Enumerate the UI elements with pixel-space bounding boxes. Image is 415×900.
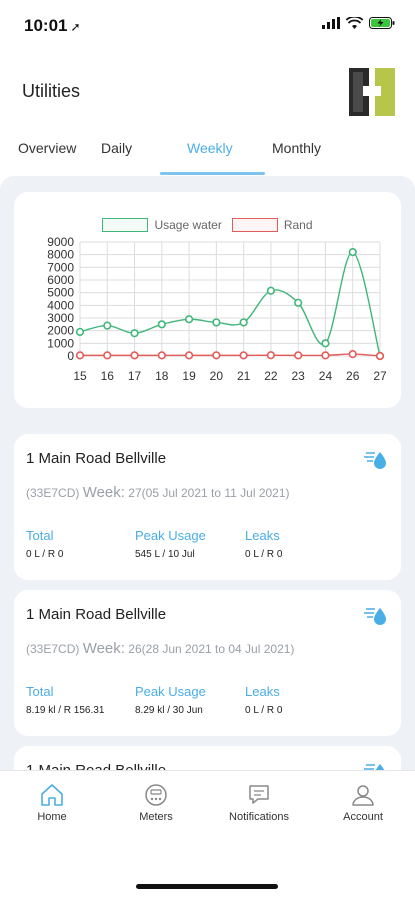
nav-label-notifications: Notifications <box>229 811 289 823</box>
page-title: Utilities <box>22 81 81 101</box>
data-point-rand <box>130 351 139 360</box>
total-label: Total <box>26 528 54 543</box>
leaks-label: Leaks <box>245 684 280 699</box>
property-card[interactable]: 1 Main Road Bellville (33E7CD) Week: 27(… <box>14 434 401 580</box>
data-point-rand <box>294 351 303 360</box>
tab-weekly[interactable]: Weekly <box>187 140 233 156</box>
nav-home[interactable]: Home <box>12 783 92 823</box>
peak-usage-label: Peak Usage <box>135 528 206 543</box>
x-tick-label: 16 <box>101 369 115 383</box>
data-point-water <box>157 320 166 329</box>
x-tick-label: 27 <box>373 369 387 383</box>
battery-charging-icon <box>369 17 395 29</box>
tab-monthly[interactable]: Monthly <box>272 140 321 156</box>
status-time: 10:01 ➚ <box>24 16 81 35</box>
meter-id: (33E7CD) <box>26 486 80 500</box>
status-icons <box>322 17 395 29</box>
x-tick-label: 18 <box>155 369 169 383</box>
bottom-nav: Home Meters Notifications Account <box>0 770 415 864</box>
peak-usage-value: 545 L / 10 Jul <box>135 549 195 560</box>
data-point-water <box>184 315 194 324</box>
header: Utilities <box>0 66 415 122</box>
week-info: (33E7CD) Week: 27(05 Jul 2021 to 11 Jul … <box>26 484 290 501</box>
home-indicator <box>136 884 278 889</box>
property-title: 1 Main Road Bellville <box>26 450 167 467</box>
wifi-icon <box>346 17 363 29</box>
property-title: 1 Main Road Bellville <box>26 606 167 623</box>
data-point-water <box>348 248 357 257</box>
data-point-water <box>266 286 276 295</box>
property-title: 1 Main Road Bellville <box>26 762 166 770</box>
x-tick-label: 22 <box>264 369 278 383</box>
leaks-value: 0 L / R 0 <box>245 549 283 560</box>
week-info: (33E7CD) Week: 26(28 Jun 2021 to 04 Jul … <box>26 640 294 657</box>
total-value: 8.19 kl / R 156.31 <box>26 705 105 716</box>
data-point-water <box>75 327 85 337</box>
usage-line-chart: 900080007000600050004000300020001000015 1… <box>47 235 387 383</box>
nav-account[interactable]: Account <box>323 783 403 823</box>
tab-overview[interactable]: Overview <box>18 140 76 156</box>
x-tick-label: 24 <box>319 369 333 383</box>
x-tick-label: 23 <box>292 369 306 383</box>
nav-notifications[interactable]: Notifications <box>219 783 299 823</box>
week-range: 26(28 Jun 2021 to 04 Jul 2021) <box>128 642 295 656</box>
tab-daily[interactable]: Daily <box>101 140 132 156</box>
total-value: 0 L / R 0 <box>26 549 64 560</box>
water-drop-icon[interactable] <box>363 606 387 626</box>
data-point-rand <box>212 351 221 360</box>
week-label: Week: <box>82 484 125 501</box>
usage-chart-card: Usage water Rand 9000 8000 7000 6000 5000 400… <box>14 192 401 408</box>
x-tick-label: 21 <box>237 369 251 383</box>
nav-label-meters: Meters <box>139 811 173 823</box>
location-arrow-icon: ➚ <box>70 20 81 34</box>
leaks-label: Leaks <box>245 528 280 543</box>
brand-logo <box>349 68 395 116</box>
week-range: 27(05 Jul 2021 to 11 Jul 2021) <box>128 486 290 500</box>
home-indicator-area <box>0 864 415 900</box>
x-tick-label: 20 <box>210 369 224 383</box>
active-tab-indicator <box>160 172 265 175</box>
x-tick-label: 26 <box>346 369 360 383</box>
home-icon <box>41 784 63 806</box>
content-area: Usage water Rand 9000 8000 7000 6000 5000 400… <box>0 176 415 770</box>
nav-meters[interactable]: Meters <box>116 783 196 823</box>
data-point-water <box>239 318 248 327</box>
water-drop-icon[interactable] <box>363 450 387 470</box>
property-card[interactable]: 1 Main Road Bellville (33E7CD) Week: 26(… <box>14 590 401 736</box>
data-point-water <box>103 321 112 330</box>
data-point-rand <box>184 351 194 360</box>
y-tick-label: 0 <box>67 349 74 363</box>
data-point-rand <box>103 351 112 360</box>
account-icon <box>352 785 374 806</box>
data-point-water <box>294 298 303 307</box>
data-point-rand <box>321 351 330 360</box>
nav-label-home: Home <box>37 811 67 823</box>
data-point-rand <box>75 351 85 360</box>
data-point-water <box>321 339 330 348</box>
x-tick-label: 15 <box>73 369 87 383</box>
data-point-rand <box>157 351 166 360</box>
water-drop-icon[interactable] <box>363 762 387 770</box>
period-tabs: Overview Daily Weekly Monthly <box>0 128 415 176</box>
leaks-value: 0 L / R 0 <box>245 705 283 716</box>
week-label: Week: <box>82 640 125 657</box>
meter-icon <box>145 784 167 806</box>
cellular-signal-icon <box>322 17 340 29</box>
data-point-rand <box>348 350 357 359</box>
data-point-rand <box>239 351 248 360</box>
x-tick-label: 17 <box>128 369 142 383</box>
data-point-water <box>212 318 221 327</box>
property-card[interactable]: 1 Main Road Bellville <box>14 746 401 770</box>
data-point-water <box>130 329 139 338</box>
total-label: Total <box>26 684 54 699</box>
nav-label-account: Account <box>343 811 383 823</box>
x-tick-label: 19 <box>182 369 196 383</box>
peak-usage-label: Peak Usage <box>135 684 206 699</box>
data-point-rand <box>375 351 385 361</box>
meter-id: (33E7CD) <box>26 642 80 656</box>
notification-icon <box>249 785 269 804</box>
data-point-rand <box>266 351 276 360</box>
status-bar: 10:01 ➚ <box>0 0 415 52</box>
peak-usage-value: 8.29 kl / 30 Jun <box>135 705 203 716</box>
